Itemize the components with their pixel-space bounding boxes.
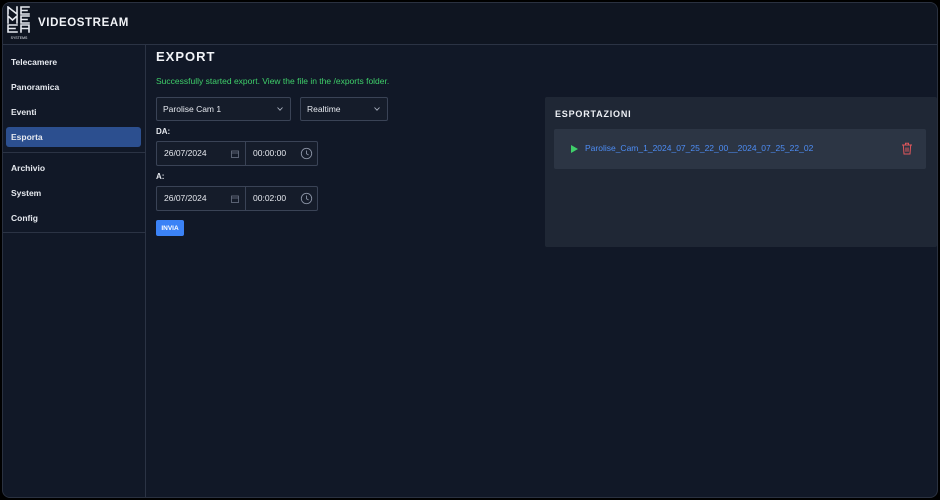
submit-button[interactable]: INVIA xyxy=(156,220,184,236)
page-title: EXPORT xyxy=(156,49,216,64)
export-item: Parolise_Cam_1_2024_07_25_22_00__2024_07… xyxy=(554,129,926,169)
calendar-icon[interactable] xyxy=(231,150,239,158)
export-file-link[interactable]: Parolise_Cam_1_2024_07_25_22_00__2024_07… xyxy=(585,143,813,153)
app-window: SYSTEMS VIDEOSTREAM Telecamere Panoramic… xyxy=(2,2,938,498)
logo-caption: SYSTEMS xyxy=(11,36,28,40)
to-label: A: xyxy=(156,172,165,181)
sidebar-item-config[interactable]: Config xyxy=(6,208,141,228)
camera-select-value: Parolise Cam 1 xyxy=(163,104,222,114)
chevron-down-icon xyxy=(374,107,380,111)
sidebar-divider xyxy=(3,232,146,233)
sidebar-item-telecamere[interactable]: Telecamere xyxy=(6,52,141,72)
main-content: EXPORT Successfully started export. View… xyxy=(147,45,937,497)
to-time-input[interactable]: 00:02:00 xyxy=(246,186,318,211)
camera-select[interactable]: Parolise Cam 1 xyxy=(156,97,291,121)
from-date-value: 26/07/2024 xyxy=(164,148,207,158)
to-date-input[interactable]: 26/07/2024 xyxy=(156,186,246,211)
play-icon[interactable] xyxy=(571,145,578,153)
calendar-icon[interactable] xyxy=(231,195,239,203)
top-bar: SYSTEMS VIDEOSTREAM xyxy=(3,3,937,45)
from-date-input[interactable]: 26/07/2024 xyxy=(156,141,246,166)
success-message: Successfully started export. View the fi… xyxy=(156,76,390,86)
sidebar-divider xyxy=(3,152,146,153)
to-time-value: 00:02:00 xyxy=(253,193,287,203)
mode-select-value: Realtime xyxy=(307,104,341,114)
chevron-down-icon xyxy=(277,107,283,111)
mode-select[interactable]: Realtime xyxy=(300,97,388,121)
exports-panel: ESPORTAZIONI Parolise_Cam_1_2024_07_25_2… xyxy=(545,97,937,247)
sidebar-item-system[interactable]: System xyxy=(6,183,141,203)
sidebar-item-esporta[interactable]: Esporta xyxy=(6,127,141,147)
to-date-value: 26/07/2024 xyxy=(164,193,207,203)
sidebar: Telecamere Panoramica Eventi Esporta Arc… xyxy=(3,45,146,497)
app-title: VIDEOSTREAM xyxy=(38,17,129,29)
exports-title: ESPORTAZIONI xyxy=(555,109,632,119)
clock-icon[interactable] xyxy=(300,147,313,160)
sidebar-item-eventi[interactable]: Eventi xyxy=(6,102,141,122)
clock-icon[interactable] xyxy=(300,192,313,205)
from-time-input[interactable]: 00:00:00 xyxy=(246,141,318,166)
trash-icon[interactable] xyxy=(901,142,913,155)
sidebar-item-panoramica[interactable]: Panoramica xyxy=(6,77,141,97)
nemea-logo: SYSTEMS xyxy=(7,6,30,40)
from-time-value: 00:00:00 xyxy=(253,148,287,158)
from-label: DA: xyxy=(156,127,171,136)
sidebar-item-archivio[interactable]: Archivio xyxy=(6,158,141,178)
